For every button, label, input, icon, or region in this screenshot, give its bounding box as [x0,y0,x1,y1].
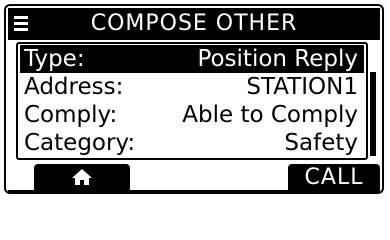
field-value: Safety [284,130,358,156]
home-icon [72,169,92,185]
field-value: Able to Comply [182,102,358,128]
field-row-type[interactable]: Type: Position Reply [20,45,364,73]
call-softkey[interactable]: CALL [288,164,380,190]
field-value: STATION1 [246,74,358,100]
field-row-category[interactable]: Category: Safety [20,129,364,157]
field-row-address[interactable]: Address: STATION1 [20,73,364,101]
field-label: Address: [24,74,124,100]
field-label: Type: [24,46,85,72]
field-label: Category: [24,130,136,156]
home-softkey[interactable] [34,164,130,190]
lcd-screen: COMPOSE OTHER Type: Position Reply Addre… [4,4,384,194]
page-title: COMPOSE OTHER [90,11,298,36]
scrollbar[interactable] [370,46,376,158]
menu-icon[interactable] [14,16,28,32]
title-bar: COMPOSE OTHER [8,8,380,40]
compose-field-list: Type: Position Reply Address: STATION1 C… [16,42,368,160]
field-value: Position Reply [197,46,358,72]
lcd-frame: COMPOSE OTHER Type: Position Reply Addre… [0,0,390,200]
scrollbar-thumb[interactable] [370,72,376,156]
field-label: Comply: [24,102,118,128]
softkey-divider [8,190,380,192]
field-row-comply[interactable]: Comply: Able to Comply [20,101,364,129]
